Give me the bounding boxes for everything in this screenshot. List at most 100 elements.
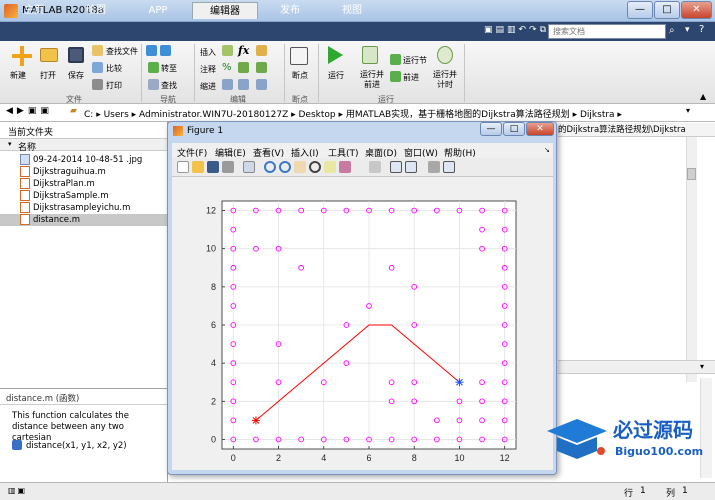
breakpoint-button[interactable]: 断点 [292, 70, 308, 81]
breadcrumb-segment[interactable]: Administrator.WIN7U-20180127Z [139, 110, 288, 120]
indent-button[interactable]: 缩进 [200, 81, 216, 92]
data-cursor-icon[interactable] [324, 161, 336, 173]
function-icon [12, 440, 22, 450]
figure-minimize-button[interactable]: — [480, 122, 502, 136]
zoom-out-icon[interactable] [279, 161, 291, 173]
run-button[interactable]: 运行 [328, 70, 344, 81]
name-column-header[interactable]: 名称 [18, 140, 36, 153]
wrap-icon[interactable] [256, 62, 267, 73]
status-bar [0, 482, 715, 500]
ribbon-separator [318, 44, 319, 102]
list-item-selected[interactable]: distance.m [33, 215, 80, 225]
goto-button[interactable]: 转至 [161, 63, 177, 74]
run-advance-button[interactable]: 运行并前进 [357, 70, 387, 90]
breadcrumb-segment[interactable]: Desktop [299, 110, 336, 120]
breadcrumb-segment[interactable]: 用MATLAB实现，基于栅格地图的Dijkstra算法路径规划 [346, 110, 570, 120]
new-figure-icon[interactable] [177, 161, 189, 173]
tab-view[interactable]: 视图 [324, 2, 380, 19]
function-signature: distance(x1, y1, x2, y2) [26, 441, 127, 451]
comment-button[interactable]: 注释 [200, 64, 216, 75]
search-docs-input[interactable] [548, 24, 666, 39]
y-tick-label: 2 [211, 396, 216, 406]
sort-icon[interactable]: ▾ [8, 140, 12, 148]
col-label: 列 [666, 489, 676, 499]
tab-publish[interactable]: 发布 [262, 2, 318, 19]
edit-icon[interactable] [256, 45, 267, 56]
command-window-header [558, 360, 715, 374]
brush-icon[interactable] [339, 161, 351, 173]
pan-icon[interactable] [294, 161, 306, 173]
run-time-icon [437, 46, 453, 64]
list-item[interactable]: Dijkstraguihua.m [33, 167, 106, 177]
list-item[interactable]: DijkstraPlan.m [33, 179, 95, 189]
save-figure-icon[interactable] [207, 161, 219, 173]
close-button[interactable]: ✕ [681, 1, 712, 19]
edit-plot-icon[interactable] [243, 161, 255, 173]
compare-button[interactable]: 比较 [106, 63, 122, 74]
fx-button[interactable]: fx [238, 44, 249, 57]
ribbon-separator [194, 44, 195, 102]
breadcrumb-segment[interactable]: Dijkstra [580, 110, 615, 120]
collapse-ribbon-icon[interactable]: ▲ [700, 92, 706, 101]
smart-indent-icon[interactable] [222, 79, 233, 90]
find-files-button[interactable]: 查找文件 [106, 46, 138, 57]
row-value: 1 [640, 486, 646, 496]
insert-button[interactable]: 插入 [200, 47, 216, 58]
list-item[interactable]: DijkstraSample.m [33, 191, 109, 201]
scrollbar-thumb[interactable] [687, 168, 696, 180]
maximize-button[interactable]: □ [654, 1, 680, 19]
search-icon[interactable]: ⌕ [669, 25, 683, 39]
show-plot-tools-icon[interactable] [443, 161, 455, 173]
print-figure-icon[interactable] [222, 161, 234, 173]
hide-plot-tools-icon[interactable] [428, 161, 440, 173]
run-time-button[interactable]: 运行并计时 [430, 70, 460, 90]
back-icon[interactable] [146, 45, 157, 56]
minimize-button[interactable]: — [627, 1, 653, 19]
indent-icon[interactable] [238, 79, 249, 90]
current-folder-title: 当前文件夹 [8, 128, 54, 138]
dock-icon[interactable]: ↘ [544, 146, 550, 154]
figure-close-button[interactable]: ✕ [526, 122, 554, 136]
uncomment-icon[interactable] [238, 62, 249, 73]
tab-editor[interactable]: 编辑器 [192, 2, 258, 19]
list-item[interactable]: Dijkstrasampleyichu.m [33, 203, 130, 213]
legend-icon[interactable] [405, 161, 417, 173]
image-file-icon [20, 154, 30, 165]
help-icon[interactable]: ? [699, 24, 713, 38]
percent-icon[interactable]: % [222, 62, 232, 73]
nav-arrows[interactable]: ◀▶▣▣ [6, 106, 53, 116]
breadcrumb-segment[interactable]: Users [104, 110, 129, 120]
figure-maximize-button[interactable]: □ [503, 122, 525, 136]
m-file-icon [20, 202, 30, 213]
colorbar-icon[interactable] [390, 161, 402, 173]
advance-button[interactable]: 前进 [403, 72, 419, 83]
advance-icon [390, 71, 401, 82]
open-file-icon[interactable] [192, 161, 204, 173]
filter-icon[interactable]: ▾ [685, 25, 697, 39]
tab-apps[interactable]: APP [132, 2, 184, 19]
list-item[interactable]: 09-24-2014 10-48-51 .jpg [33, 155, 142, 165]
open-button[interactable]: 打开 [40, 70, 56, 81]
new-button[interactable]: 新建 [10, 70, 26, 81]
outdent-icon[interactable] [256, 79, 267, 90]
panel-menu-icon[interactable]: ▾ [700, 362, 704, 371]
forward-icon[interactable] [160, 45, 171, 56]
editor-tab-path[interactable]: 的Dijkstra算法路径规划\Dijkstra [558, 123, 715, 137]
link-icon[interactable] [369, 161, 381, 173]
zoom-in-icon[interactable] [264, 161, 276, 173]
address-dropdown-icon[interactable]: ▾ [686, 106, 690, 115]
tab-home[interactable]: 主页 [8, 2, 60, 19]
x-tick-label: 2 [276, 453, 281, 463]
rotate-icon[interactable] [309, 161, 321, 173]
breadcrumb-segment[interactable]: C: [84, 110, 93, 120]
quick-access-toolbar[interactable]: ▣▤▥↶↷⧉ [484, 25, 546, 39]
biguo-logo: 必过源码 Biguo100.com [547, 418, 703, 459]
save-button[interactable]: 保存 [68, 70, 84, 81]
find-button[interactable]: 查找 [161, 80, 177, 91]
breadcrumb[interactable]: C: ▸ Users ▸ Administrator.WIN7U-2018012… [84, 107, 622, 120]
x-tick-label: 12 [500, 453, 510, 463]
run-section-button[interactable]: 运行节 [403, 55, 427, 66]
print-button[interactable]: 打印 [106, 80, 122, 91]
y-tick-label: 6 [211, 320, 216, 330]
tab-plots[interactable]: 绘图 [68, 2, 124, 19]
